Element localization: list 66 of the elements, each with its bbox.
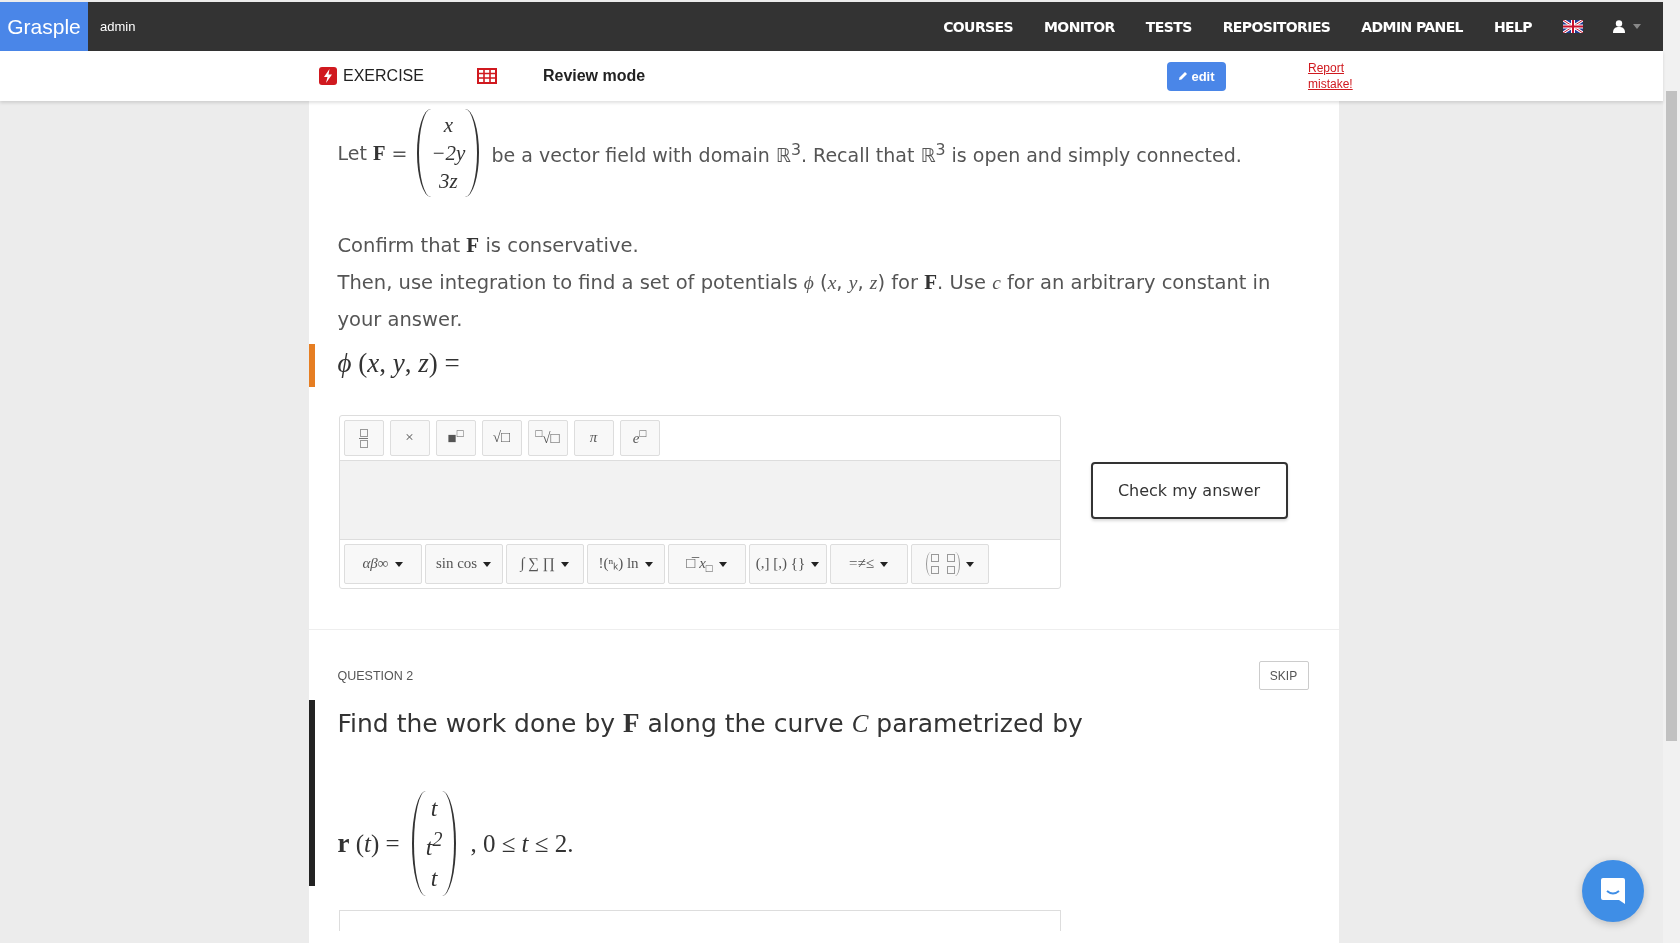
answer-input-field[interactable] [339, 460, 1060, 539]
vector-entry: −2y [431, 140, 466, 167]
chat-button[interactable] [1582, 860, 1644, 922]
dropdown-button[interactable]: ∫ ∑ ∏ [505, 544, 584, 584]
symbol-button[interactable]: × [389, 420, 430, 456]
caret-icon [965, 561, 974, 567]
question-text: Find the work done by F along the curve C parametrized by [337, 708, 1084, 739]
fraction-icon [359, 428, 368, 448]
caret-icon [811, 561, 820, 567]
username: admin [100, 19, 136, 34]
caret-icon [483, 561, 492, 567]
flag-icon[interactable] [1563, 20, 1583, 33]
lightning-icon [319, 67, 337, 85]
formula-text: , 0 ≤ t ≤ 2. [470, 829, 574, 858]
dropdown-button[interactable]: =≠≤ [829, 544, 908, 584]
nav-link[interactable]: COURSES [943, 18, 1013, 35]
scrollbar-thumb[interactable] [1666, 91, 1677, 741]
dropdown-button[interactable]: sin cos [424, 544, 503, 584]
question-text: Let F = [337, 141, 408, 165]
scrollbar[interactable] [1663, 0, 1680, 943]
review-mode-label: Review mode [542, 67, 646, 85]
symbol-button[interactable]: π [573, 420, 614, 456]
caret-icon [644, 561, 653, 567]
vector-entry: t$^{2}$ [425, 827, 443, 862]
vector-entry: x [443, 112, 454, 139]
nav-link[interactable]: TESTS [1145, 18, 1192, 35]
exercise-tab[interactable]: EXERCISE [319, 67, 424, 85]
vector-entry: t [430, 864, 438, 893]
dropdown-button[interactable] [910, 544, 989, 584]
user-icon [1613, 20, 1625, 33]
vector-entry: t [430, 794, 438, 823]
vector-entry: 3z [439, 168, 458, 195]
answer-label: ϕ (x, y, z) = [308, 344, 1339, 387]
caret-icon [718, 561, 727, 567]
dropdown-button[interactable]: (,] [,) {} [748, 544, 827, 584]
dropdown-button[interactable]: αβ∞ [343, 544, 422, 584]
question-number: QUESTION 2 [337, 668, 414, 683]
edit-button[interactable]: edit [1167, 61, 1226, 91]
skip-button[interactable]: SKIP [1258, 661, 1309, 690]
caret-icon [394, 561, 403, 567]
dropdown-button[interactable]: □̅ x$_{□}$ [667, 544, 746, 584]
symbol-button[interactable]: √□ [481, 420, 522, 456]
nav-link[interactable]: ADMIN PANEL [1361, 18, 1463, 35]
table-icon [476, 68, 497, 84]
caret-icon [1633, 24, 1641, 29]
chat-icon [1599, 876, 1627, 906]
caret-icon [879, 561, 888, 567]
nav-link[interactable]: REPOSITORIES [1222, 18, 1331, 35]
dropdown-button[interactable]: !(ⁿₖ) ln [586, 544, 665, 584]
question-text: Confirm that F is conservative. [337, 232, 640, 259]
formula-text: r (t) = [337, 828, 400, 859]
nav-link[interactable]: MONITOR [1044, 18, 1115, 35]
caret-icon [560, 561, 569, 567]
question-text: Then, use integration to find a set of potentials ϕ (x, y, z) for F. Use c for an arbitrary constant in your answer. [337, 269, 1272, 333]
pencil-icon [1178, 71, 1189, 81]
symbol-button[interactable]: ■$^{□}$ [435, 420, 476, 456]
report-mistake-link[interactable]: Report mistake! [1308, 60, 1363, 92]
logo[interactable]: Grasple [0, 2, 88, 51]
table-view-tab[interactable] [476, 68, 497, 84]
nav-link[interactable]: HELP [1493, 18, 1532, 35]
symbol-button[interactable]: e$^{□}$ [619, 420, 660, 456]
symbol-button[interactable]: $^{□}$√□ [527, 420, 568, 456]
question-text: be a vector field with domain ℝ$^{3}$. Recall that ℝ$^{3}$ is open and simply connected. [491, 139, 1242, 167]
user-menu[interactable] [1613, 20, 1641, 33]
symbol-button[interactable] [343, 420, 384, 456]
check-answer-button[interactable]: Check my answer [1090, 462, 1288, 519]
